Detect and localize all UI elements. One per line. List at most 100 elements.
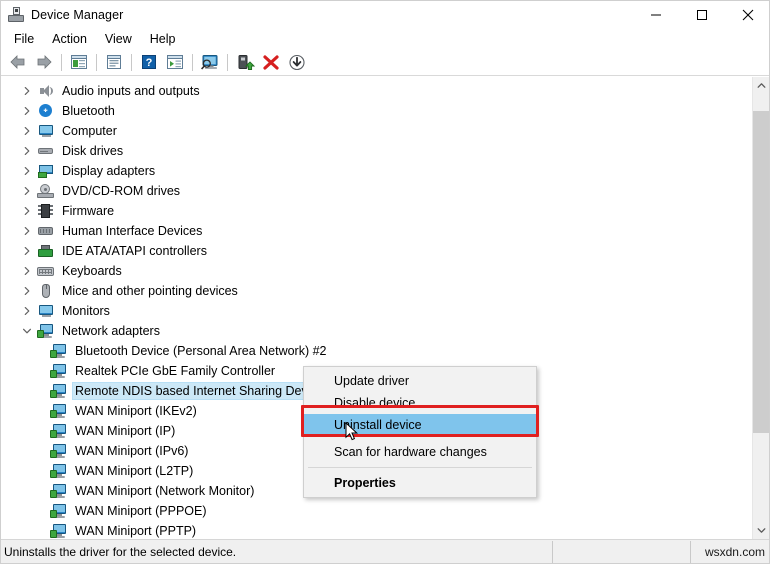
display-adapter-icon bbox=[37, 163, 54, 179]
toolbar-separator bbox=[96, 53, 97, 71]
network-adapter-icon bbox=[50, 423, 67, 439]
tree-item-keyboards[interactable]: Keyboards bbox=[1, 261, 743, 281]
tree-item-ide-ata-atapi-controllers[interactable]: IDE ATA/ATAPI controllers bbox=[1, 241, 743, 261]
tree-item-label: IDE ATA/ATAPI controllers bbox=[62, 244, 207, 258]
update-driver-button[interactable] bbox=[233, 51, 257, 74]
context-menu-item-scan-for-hardware-changes[interactable]: Scan for hardware changes bbox=[304, 441, 536, 463]
tree-item-wan-miniport-pppoe[interactable]: WAN Miniport (PPPOE) bbox=[1, 501, 743, 521]
tree-item-label: DVD/CD-ROM drives bbox=[62, 184, 181, 198]
tree-item-label: WAN Miniport (IPv6) bbox=[75, 444, 189, 458]
tree-item-human-interface-devices[interactable]: Human Interface Devices bbox=[1, 221, 743, 241]
context-menu-item-update-driver[interactable]: Update driver bbox=[304, 370, 536, 392]
tree-item-label: Audio inputs and outputs bbox=[62, 84, 200, 98]
context-menu-item-disable-device[interactable]: Disable device bbox=[304, 392, 536, 414]
vertical-scrollbar[interactable] bbox=[752, 77, 769, 539]
chevron-right-icon[interactable] bbox=[19, 183, 35, 199]
chevron-right-icon[interactable] bbox=[19, 223, 35, 239]
tree-item-disk-drives[interactable]: Disk drives bbox=[1, 141, 743, 161]
mouse-icon bbox=[37, 283, 54, 299]
tree-item-label: Computer bbox=[62, 124, 117, 138]
tree-item-label: WAN Miniport (PPPOE) bbox=[75, 504, 207, 518]
chevron-right-icon[interactable] bbox=[19, 163, 35, 179]
toolbar: ? bbox=[1, 49, 769, 76]
network-adapter-icon bbox=[50, 503, 67, 519]
firmware-icon bbox=[37, 203, 54, 219]
dvd-drive-icon bbox=[37, 183, 54, 199]
show-hide-action-pane-button[interactable] bbox=[163, 51, 187, 74]
scan-hardware-changes-button[interactable] bbox=[198, 51, 222, 74]
context-menu: Update driver Disable device Uninstall d… bbox=[303, 366, 537, 498]
network-adapter-icon bbox=[50, 403, 67, 419]
menu-action[interactable]: Action bbox=[43, 30, 96, 48]
tree-item-bluetooth-device-pan-2[interactable]: Bluetooth Device (Personal Area Network)… bbox=[1, 341, 743, 361]
scroll-down-button[interactable] bbox=[753, 522, 769, 539]
scrollbar-thumb[interactable] bbox=[753, 111, 769, 433]
chevron-right-icon[interactable] bbox=[19, 103, 35, 119]
close-button[interactable] bbox=[725, 1, 769, 28]
properties-button[interactable] bbox=[102, 51, 126, 74]
tree-item-network-adapters[interactable]: Network adapters bbox=[1, 321, 743, 341]
network-adapter-icon bbox=[50, 363, 67, 379]
status-bar: Uninstalls the driver for the selected d… bbox=[1, 539, 769, 563]
menu-help[interactable]: Help bbox=[141, 30, 185, 48]
maximize-button[interactable] bbox=[679, 1, 725, 28]
chevron-right-icon[interactable] bbox=[19, 143, 35, 159]
window-title: Device Manager bbox=[31, 7, 124, 22]
tree-item-dvd-cd-rom-drives[interactable]: DVD/CD-ROM drives bbox=[1, 181, 743, 201]
tree-item-computer[interactable]: Computer bbox=[1, 121, 743, 141]
show-hide-console-tree-button[interactable] bbox=[67, 51, 91, 74]
tree-item-monitors[interactable]: Monitors bbox=[1, 301, 743, 321]
disable-device-button[interactable] bbox=[285, 51, 309, 74]
forward-button[interactable] bbox=[32, 51, 56, 74]
tree-item-label: Realtek PCIe GbE Family Controller bbox=[75, 364, 276, 378]
device-manager-window: Device Manager File Action View Help ? A… bbox=[0, 0, 770, 564]
chevron-right-icon[interactable] bbox=[19, 303, 35, 319]
chevron-right-icon[interactable] bbox=[19, 263, 35, 279]
tree-item-firmware[interactable]: Firmware bbox=[1, 201, 743, 221]
chevron-right-icon[interactable] bbox=[19, 283, 35, 299]
tree-item-bluetooth[interactable]: ᛭ Bluetooth bbox=[1, 101, 743, 121]
help-button[interactable]: ? bbox=[137, 51, 161, 74]
minimize-button[interactable] bbox=[633, 1, 679, 28]
context-menu-separator bbox=[308, 467, 532, 468]
status-cell-empty bbox=[553, 540, 691, 563]
network-adapter-icon bbox=[50, 383, 67, 399]
menu-file[interactable]: File bbox=[5, 30, 43, 48]
scroll-up-button[interactable] bbox=[753, 77, 769, 94]
network-adapter-icon bbox=[37, 323, 54, 339]
tree-item-label: WAN Miniport (L2TP) bbox=[75, 464, 194, 478]
watermark: wsxdn.com bbox=[704, 544, 765, 559]
ide-controller-icon bbox=[37, 243, 54, 259]
tree-item-display-adapters[interactable]: Display adapters bbox=[1, 161, 743, 181]
svg-text:?: ? bbox=[146, 57, 153, 69]
network-adapter-icon bbox=[50, 443, 67, 459]
chevron-right-icon[interactable] bbox=[19, 203, 35, 219]
chevron-right-icon[interactable] bbox=[19, 123, 35, 139]
keyboard-icon bbox=[37, 263, 54, 279]
tree-item-label: WAN Miniport (IP) bbox=[75, 424, 176, 438]
tree-item-mice-and-other-pointing-devices[interactable]: Mice and other pointing devices bbox=[1, 281, 743, 301]
context-menu-item-properties[interactable]: Properties bbox=[304, 472, 536, 494]
tree-item-label: Remote NDIS based Internet Sharing Devic… bbox=[72, 382, 327, 400]
toolbar-separator bbox=[61, 53, 62, 71]
menu-bar: File Action View Help bbox=[1, 28, 769, 49]
chevron-down-icon[interactable] bbox=[19, 323, 35, 339]
tree-item-label: Human Interface Devices bbox=[62, 224, 203, 238]
bluetooth-icon: ᛭ bbox=[37, 103, 54, 119]
network-adapter-icon bbox=[50, 343, 67, 359]
status-message: Uninstalls the driver for the selected d… bbox=[1, 540, 553, 563]
network-adapter-icon bbox=[50, 463, 67, 479]
chevron-right-icon[interactable] bbox=[19, 243, 35, 259]
back-button[interactable] bbox=[6, 51, 30, 74]
context-menu-item-uninstall-device[interactable]: Uninstall device bbox=[304, 414, 536, 436]
chevron-right-icon[interactable] bbox=[19, 83, 35, 99]
uninstall-device-button[interactable] bbox=[259, 51, 283, 74]
toolbar-separator bbox=[227, 53, 228, 71]
speaker-icon bbox=[37, 83, 54, 99]
tree-item-wan-miniport-pptp[interactable]: WAN Miniport (PPTP) bbox=[1, 521, 743, 539]
tree-item-label: Monitors bbox=[62, 304, 110, 318]
disk-drive-icon bbox=[37, 143, 54, 159]
menu-view[interactable]: View bbox=[96, 30, 141, 48]
tree-item-audio-inputs-and-outputs[interactable]: Audio inputs and outputs bbox=[1, 81, 743, 101]
computer-icon bbox=[37, 303, 54, 319]
